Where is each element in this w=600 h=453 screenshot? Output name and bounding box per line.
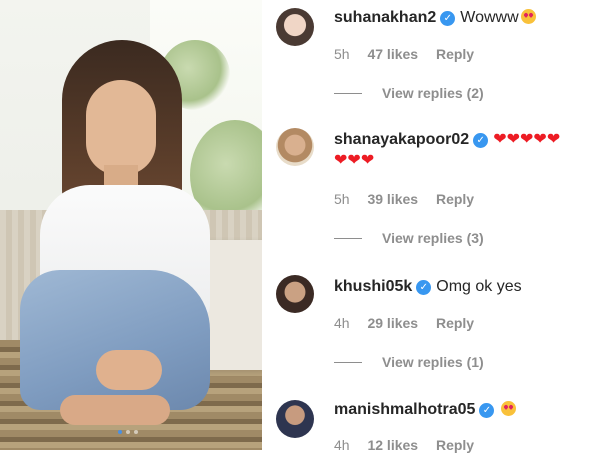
username[interactable]: khushi05k bbox=[334, 278, 412, 295]
carousel-dot[interactable] bbox=[126, 430, 130, 434]
person-hands bbox=[96, 350, 162, 390]
comment-meta: 5h 47 likes Reply bbox=[334, 46, 488, 62]
divider-line bbox=[334, 237, 362, 239]
heart-eyes-emoji-icon bbox=[520, 9, 536, 24]
view-replies-button[interactable]: View replies (1) bbox=[334, 354, 484, 370]
comment-text: Omg ok yes bbox=[436, 278, 522, 295]
comment-meta: 4h 12 likes Reply bbox=[334, 437, 488, 453]
person-face bbox=[86, 80, 156, 175]
carousel-dot[interactable] bbox=[134, 430, 138, 434]
username[interactable]: manishmalhotra05 bbox=[334, 401, 475, 418]
comment-text: Wowww bbox=[460, 9, 519, 26]
avatar[interactable] bbox=[276, 8, 314, 46]
likes-count[interactable]: 12 likes bbox=[367, 437, 418, 453]
likes-count[interactable]: 47 likes bbox=[367, 46, 418, 62]
comment-line: manishmalhotra05 ✓ bbox=[334, 400, 517, 420]
comment-line: suhanakhan2 ✓ Wowww bbox=[334, 8, 536, 28]
comment-line: shanayakapoor02 ✓ ❤❤❤❤❤ bbox=[334, 130, 560, 150]
comment-time: 5h bbox=[334, 46, 350, 62]
comment-meta: 4h 29 likes Reply bbox=[334, 315, 488, 331]
reply-button[interactable]: Reply bbox=[436, 315, 474, 331]
carousel-indicator[interactable] bbox=[118, 430, 138, 434]
likes-count[interactable]: 29 likes bbox=[367, 315, 418, 331]
person-feet bbox=[60, 395, 170, 425]
verified-badge-icon: ✓ bbox=[479, 403, 495, 418]
comment-line: khushi05k ✓ Omg ok yes bbox=[334, 277, 522, 297]
verified-badge-icon: ✓ bbox=[440, 11, 456, 26]
comment-text: ❤❤❤❤❤ bbox=[493, 131, 561, 148]
likes-count[interactable]: 39 likes bbox=[367, 191, 418, 207]
divider-line bbox=[334, 361, 362, 363]
username[interactable]: suhanakhan2 bbox=[334, 9, 436, 26]
view-replies-label: View replies (2) bbox=[382, 85, 484, 101]
view-replies-button[interactable]: View replies (2) bbox=[334, 85, 484, 101]
view-replies-label: View replies (1) bbox=[382, 354, 484, 370]
avatar[interactable] bbox=[276, 400, 314, 438]
comment-meta: 5h 39 likes Reply bbox=[334, 191, 488, 207]
comments-panel: suhanakhan2 ✓ Wowww 5h 47 likes Reply View… bbox=[262, 0, 600, 453]
comment-time: 4h bbox=[334, 315, 350, 331]
view-replies-label: View replies (3) bbox=[382, 230, 484, 246]
username[interactable]: shanayakapoor02 bbox=[334, 131, 469, 148]
view-replies-button[interactable]: View replies (3) bbox=[334, 230, 484, 246]
comment-time: 4h bbox=[334, 437, 350, 453]
avatar[interactable] bbox=[276, 275, 314, 313]
comment-text-continued: ❤❤❤ bbox=[334, 152, 375, 169]
comment-time: 5h bbox=[334, 191, 350, 207]
verified-badge-icon: ✓ bbox=[416, 280, 432, 295]
divider-line bbox=[334, 92, 362, 94]
reply-button[interactable]: Reply bbox=[436, 46, 474, 62]
carousel-dot[interactable] bbox=[118, 430, 122, 434]
post-photo[interactable] bbox=[0, 0, 262, 450]
reply-button[interactable]: Reply bbox=[436, 437, 474, 453]
verified-badge-icon: ✓ bbox=[473, 133, 489, 148]
reply-button[interactable]: Reply bbox=[436, 191, 474, 207]
heart-eyes-emoji-icon bbox=[501, 401, 517, 416]
avatar[interactable] bbox=[276, 128, 314, 166]
